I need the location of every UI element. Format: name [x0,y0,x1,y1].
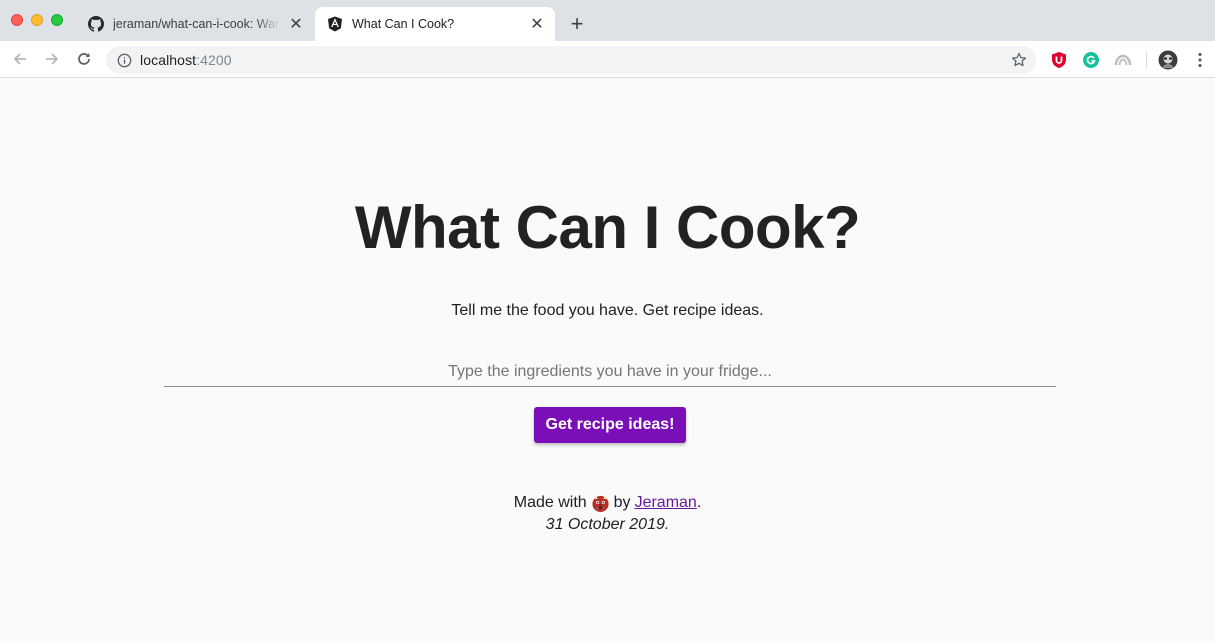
made-with-text: Made with [513,494,587,511]
menu-dots-icon[interactable] [1190,50,1210,70]
bookmark-star-icon[interactable] [1010,51,1028,69]
footer: Made with by Jeraman. 31 October 2019. [0,492,1215,536]
credit-period: . [696,494,702,511]
new-tab-button[interactable]: + [565,11,589,36]
url-host: localhost [140,52,197,68]
ingredients-input[interactable] [164,358,1056,386]
ublock-icon[interactable] [1049,50,1069,70]
ogre-face-icon [591,494,610,513]
browser-tab-strip: jeraman/what-can-i-cook: Wan ✕ What Can … [0,0,1215,41]
get-recipe-ideas-button[interactable]: Get recipe ideas! [534,407,686,443]
url-text: localhost:4200 [140,52,232,68]
address-bar[interactable]: localhost:4200 [106,46,1036,74]
profile-avatar-icon[interactable] [1158,50,1178,70]
page-content: What Can I Cook? Tell me the food you ha… [0,78,1215,641]
github-icon [88,16,104,32]
close-window-button[interactable] [11,14,23,26]
tab-title: What Can I Cook? [352,17,455,31]
tab-what-can-i-cook[interactable]: What Can I Cook? ✕ [315,7,555,41]
back-arrow-icon[interactable] [8,47,32,71]
url-port: :4200 [196,52,232,68]
info-icon[interactable] [116,52,132,68]
toolbar-divider [1146,51,1147,69]
author-link[interactable]: Jeraman [635,494,697,511]
angular-icon [327,16,343,32]
extension-icon[interactable] [1113,50,1133,70]
minimize-window-button[interactable] [31,14,43,26]
by-text: by [613,494,631,511]
tab-github[interactable]: jeraman/what-can-i-cook: Wan ✕ [80,7,314,41]
close-tab-icon[interactable]: ✕ [286,14,306,34]
maximize-window-button[interactable] [51,14,63,26]
ingredients-field [164,358,1056,387]
tagline: Tell me the food you have. Get recipe id… [451,302,764,319]
footer-credit: Made with by Jeraman. [0,492,1215,514]
close-tab-icon[interactable]: ✕ [527,14,547,34]
browser-toolbar: localhost:4200 [0,41,1215,78]
footer-date: 31 October 2019. [545,516,670,533]
grammarly-icon[interactable] [1081,50,1101,70]
tab-title: jeraman/what-can-i-cook: Wan [113,17,280,31]
forward-arrow-icon[interactable] [40,47,64,71]
page-title: What Can I Cook? [354,194,861,261]
reload-icon[interactable] [72,47,96,71]
